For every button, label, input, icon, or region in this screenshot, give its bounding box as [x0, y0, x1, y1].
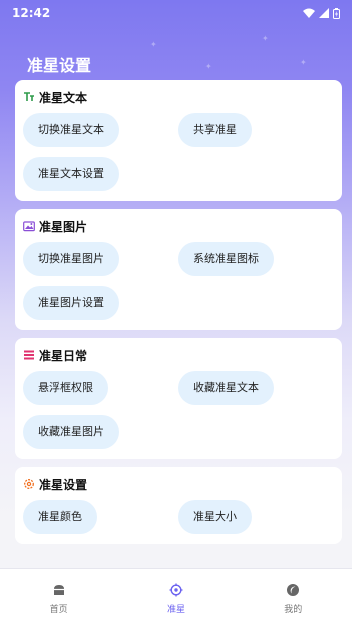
- card-title: 准星文本: [39, 90, 88, 105]
- card-header: 准星图片: [23, 217, 334, 235]
- card-crosshair-text: 准星文本 切换准星文本 共享准星 准星文本设置: [15, 80, 342, 201]
- system-crosshair-icon-button[interactable]: 系统准星图标: [178, 242, 274, 276]
- battery-icon: [333, 7, 340, 19]
- status-time: 12:42: [12, 6, 51, 20]
- nav-item-profile[interactable]: 我的: [253, 583, 333, 615]
- switch-crosshair-text-button[interactable]: 切换准星文本: [23, 113, 119, 147]
- bottom-nav: 首页 准星 我的: [0, 568, 352, 628]
- sparkle-decoration: ✦: [150, 40, 157, 49]
- nav-label-home: 首页: [49, 605, 68, 615]
- app-screen: ✦ ✦ ✦ ✦ 12:42 准星设置 准星文本 切换准星文本 共享准星 准星文本…: [0, 0, 352, 628]
- image-icon: [23, 220, 35, 232]
- sparkle-decoration: ✦: [205, 62, 212, 71]
- card-title: 准星设置: [39, 477, 88, 492]
- card-header: 准星设置: [23, 475, 334, 493]
- home-icon: [53, 585, 64, 595]
- card-title: 准星图片: [39, 219, 88, 234]
- share-crosshair-button[interactable]: 共享准星: [178, 113, 252, 147]
- button-grid: 准星颜色 准星大小: [23, 500, 334, 544]
- settings-content: 准星文本 切换准星文本 共享准星 准星文本设置 准星图片 切换准星图片 系统准星…: [15, 80, 342, 552]
- nav-item-crosshair[interactable]: 准星: [136, 583, 216, 615]
- crosshair-image-settings-button[interactable]: 准星图片设置: [23, 286, 119, 320]
- crosshair-size-button[interactable]: 准星大小: [178, 500, 252, 534]
- card-header: 准星文本: [23, 88, 334, 106]
- crosshair-text-settings-button[interactable]: 准星文本设置: [23, 157, 119, 191]
- gear-icon: [23, 478, 35, 490]
- sparkle-decoration: ✦: [262, 34, 269, 43]
- nav-item-home[interactable]: 首页: [19, 583, 99, 615]
- crosshair-icon: [169, 583, 183, 597]
- overlay-permission-button[interactable]: 悬浮框权限: [23, 371, 108, 405]
- status-bar: 12:42: [0, 0, 352, 26]
- signal-icon: [319, 8, 329, 18]
- wifi-icon: [303, 8, 315, 18]
- button-grid: 悬浮框权限 收藏准星文本 收藏准星图片: [23, 371, 334, 459]
- card-crosshair-image: 准星图片 切换准星图片 系统准星图标 准星图片设置: [15, 209, 342, 330]
- list-icon: [23, 349, 35, 361]
- favorite-crosshair-text-button[interactable]: 收藏准星文本: [178, 371, 274, 405]
- profile-icon: [287, 584, 300, 596]
- crosshair-color-button[interactable]: 准星颜色: [23, 500, 97, 534]
- status-icons: [303, 7, 340, 19]
- favorite-crosshair-image-button[interactable]: 收藏准星图片: [23, 415, 119, 449]
- card-header: 准星日常: [23, 346, 334, 364]
- sparkle-decoration: ✦: [300, 58, 307, 67]
- button-grid: 切换准星文本 共享准星 准星文本设置: [23, 113, 334, 201]
- nav-label-crosshair: 准星: [166, 605, 185, 615]
- nav-label-profile: 我的: [284, 605, 303, 615]
- text-format-icon: [23, 91, 35, 103]
- card-title: 准星日常: [39, 348, 88, 363]
- switch-crosshair-image-button[interactable]: 切换准星图片: [23, 242, 119, 276]
- card-crosshair-daily: 准星日常 悬浮框权限 收藏准星文本 收藏准星图片: [15, 338, 342, 459]
- page-title: 准星设置: [27, 56, 92, 75]
- button-grid: 切换准星图片 系统准星图标 准星图片设置: [23, 242, 334, 330]
- card-crosshair-settings: 准星设置 准星颜色 准星大小: [15, 467, 342, 544]
